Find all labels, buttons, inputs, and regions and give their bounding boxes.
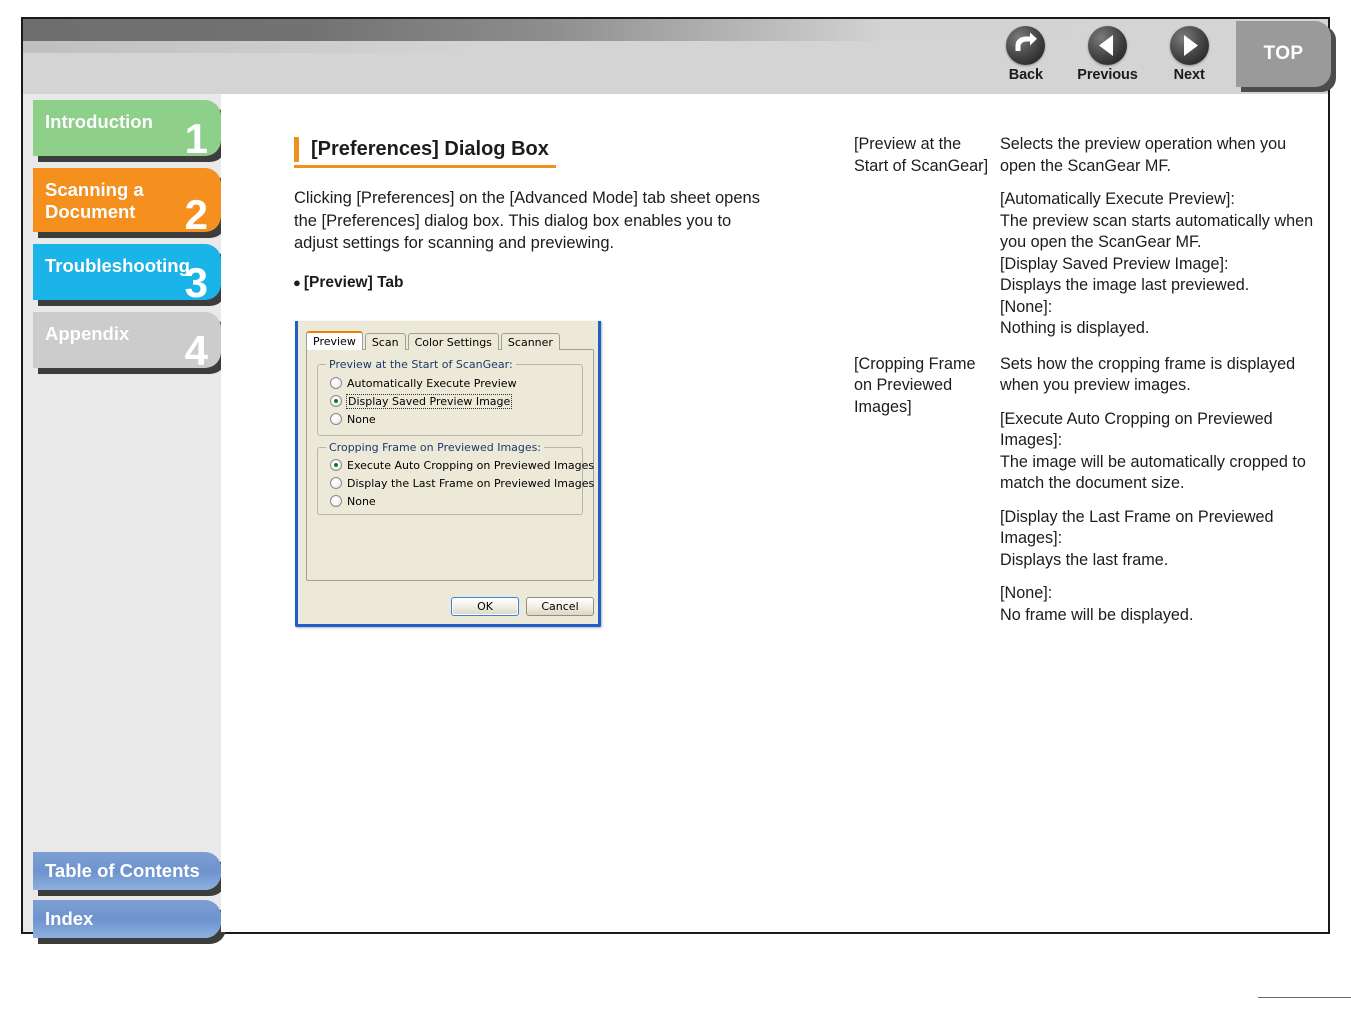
cancel-button[interactable]: Cancel bbox=[526, 597, 594, 616]
group-cropping-frame: Cropping Frame on Previewed Images: Exec… bbox=[317, 441, 594, 515]
definition-term: [Preview at the Start of ScanGear] bbox=[854, 135, 989, 175]
left-triangle-icon bbox=[1088, 26, 1127, 65]
sidebar-item-number: 1 bbox=[184, 115, 208, 162]
page-number-rule bbox=[1258, 997, 1351, 998]
radio-label: Automatically Execute Preview bbox=[347, 376, 517, 390]
tab-color-settings[interactable]: Color Settings bbox=[407, 333, 499, 350]
subsection-label: [Preview] Tab bbox=[303, 274, 404, 291]
sidebar-item-number: 4 bbox=[184, 327, 208, 374]
top-button[interactable]: TOP bbox=[1236, 21, 1331, 87]
page-title: [Preferences] Dialog Box bbox=[294, 137, 564, 162]
previous-button[interactable]: Previous bbox=[1067, 26, 1149, 83]
sidebar-item-label: Appendix bbox=[45, 323, 130, 344]
radio-execute-auto-cropping[interactable]: Execute Auto Cropping on Previewed Image… bbox=[330, 457, 594, 473]
sidebar-item-scanning-a-document[interactable]: Scanning a Document 2 bbox=[33, 168, 221, 236]
document-page: Back Previous Next TOP Introduction 1 Sc… bbox=[0, 0, 1351, 998]
radio-label: Display the Last Frame on Previewed Imag… bbox=[347, 476, 595, 490]
sidebar-item-number: 3 bbox=[184, 259, 208, 306]
sidebar-item-label: Troubleshooting bbox=[45, 255, 190, 276]
group-legend: Cropping Frame on Previewed Images: bbox=[326, 441, 545, 454]
sidebar-item-label: Introduction bbox=[45, 111, 153, 132]
back-button[interactable]: Back bbox=[985, 26, 1067, 83]
sidebar-item-table-of-contents[interactable]: Table of Contents bbox=[33, 852, 221, 890]
definition-block: Sets how the cropping frame is displayed… bbox=[1000, 354, 1296, 395]
intro-paragraph: Clicking [Preferences] on the [Advanced … bbox=[294, 189, 760, 252]
header-navigation: Back Previous Next bbox=[985, 26, 1230, 94]
preferences-dialog: Preview Scan Color Settings Scanner Prev… bbox=[295, 321, 601, 627]
subsection-heading: ● [Preview] Tab bbox=[293, 274, 404, 292]
tab-preview[interactable]: Preview bbox=[306, 331, 363, 350]
ok-button[interactable]: OK bbox=[451, 597, 519, 616]
sidebar-item-index[interactable]: Index bbox=[33, 900, 221, 938]
group-legend: Preview at the Start of ScanGear: bbox=[326, 358, 516, 371]
radio-icon bbox=[330, 459, 342, 471]
group-preview-at-start: Preview at the Start of ScanGear: Automa… bbox=[317, 358, 583, 436]
definition-term: [Cropping Frame on Previewed Images] bbox=[854, 354, 976, 416]
radio-icon bbox=[330, 395, 342, 407]
radio-icon bbox=[330, 377, 342, 389]
page-number: 2-38 bbox=[1258, 1000, 1351, 1020]
definition-row: [Cropping Frame on Previewed Images] Sets … bbox=[854, 354, 1314, 627]
section-heading: [Preferences] Dialog Box bbox=[294, 137, 564, 168]
sidebar-item-number: 2 bbox=[184, 191, 208, 238]
radio-label: Display Saved Preview Image bbox=[345, 393, 513, 409]
dialog-button-row: OK Cancel bbox=[306, 597, 594, 616]
header-band-shade bbox=[23, 41, 478, 53]
title-underline bbox=[294, 165, 556, 168]
next-button[interactable]: Next bbox=[1148, 26, 1230, 83]
tab-scan[interactable]: Scan bbox=[364, 333, 406, 350]
right-triangle-icon bbox=[1169, 26, 1209, 65]
dialog-tabs: Preview Scan Color Settings Scanner bbox=[306, 331, 562, 350]
definition-row: [Preview at the Start of ScanGear] Select… bbox=[854, 134, 1314, 177]
definition-block: [Display the Last Frame on Previewed Ima… bbox=[1000, 507, 1274, 569]
definition-block: [None]: Nothing is displayed. bbox=[1000, 297, 1150, 338]
back-arrow-icon bbox=[1006, 26, 1046, 65]
definition-description: Sets how the cropping frame is displayed… bbox=[1000, 354, 1314, 627]
sidebar-item-introduction[interactable]: Introduction 1 bbox=[33, 100, 221, 160]
sidebar-item-troubleshooting[interactable]: Troubleshooting 3 bbox=[33, 244, 221, 304]
bullet-dot-icon: ● bbox=[293, 275, 301, 290]
definition-block: [Automatically Execute Preview]: The prev… bbox=[1000, 190, 1314, 251]
radio-none-cropping[interactable]: None bbox=[330, 493, 376, 509]
definition-list: [Preview at the Start of ScanGear] Select… bbox=[854, 134, 1314, 638]
definition-block: [Execute Auto Cropping on Previewed Imag… bbox=[1000, 409, 1306, 493]
radio-label: Execute Auto Cropping on Previewed Image… bbox=[347, 458, 595, 472]
radio-icon bbox=[330, 477, 342, 489]
radio-none-preview[interactable]: None bbox=[330, 411, 376, 427]
definition-block: [Display Saved Preview Image]: Displays t… bbox=[1000, 254, 1250, 295]
radio-display-saved-preview-image[interactable]: Display Saved Preview Image bbox=[330, 393, 513, 409]
radio-automatically-execute-preview[interactable]: Automatically Execute Preview bbox=[330, 375, 517, 391]
radio-icon bbox=[330, 495, 342, 507]
dialog-tab-pane: Preview at the Start of ScanGear: Automa… bbox=[306, 349, 594, 581]
radio-display-last-frame[interactable]: Display the Last Frame on Previewed Imag… bbox=[330, 475, 594, 491]
sidebar-item-appendix[interactable]: Appendix 4 bbox=[33, 312, 221, 372]
previous-label: Previous bbox=[1077, 67, 1138, 83]
definition-description: Selects the preview operation when you o… bbox=[1000, 134, 1314, 177]
back-label: Back bbox=[1008, 67, 1043, 83]
definition-block: [None]: No frame will be displayed. bbox=[1000, 584, 1194, 624]
sidebar: Introduction 1 Scanning a Document 2 Trou… bbox=[23, 94, 221, 938]
definition-extra-blocks: [Automatically Execute Preview]: The prev… bbox=[1000, 189, 1314, 340]
tab-scanner[interactable]: Scanner bbox=[500, 333, 560, 350]
sidebar-item-label: Scanning a Document bbox=[45, 179, 144, 222]
definition-block: Selects the preview operation when you o… bbox=[1000, 135, 1287, 175]
radio-label: None bbox=[347, 494, 376, 508]
next-label: Next bbox=[1173, 67, 1205, 83]
radio-label: None bbox=[347, 412, 376, 426]
radio-icon bbox=[330, 413, 342, 425]
